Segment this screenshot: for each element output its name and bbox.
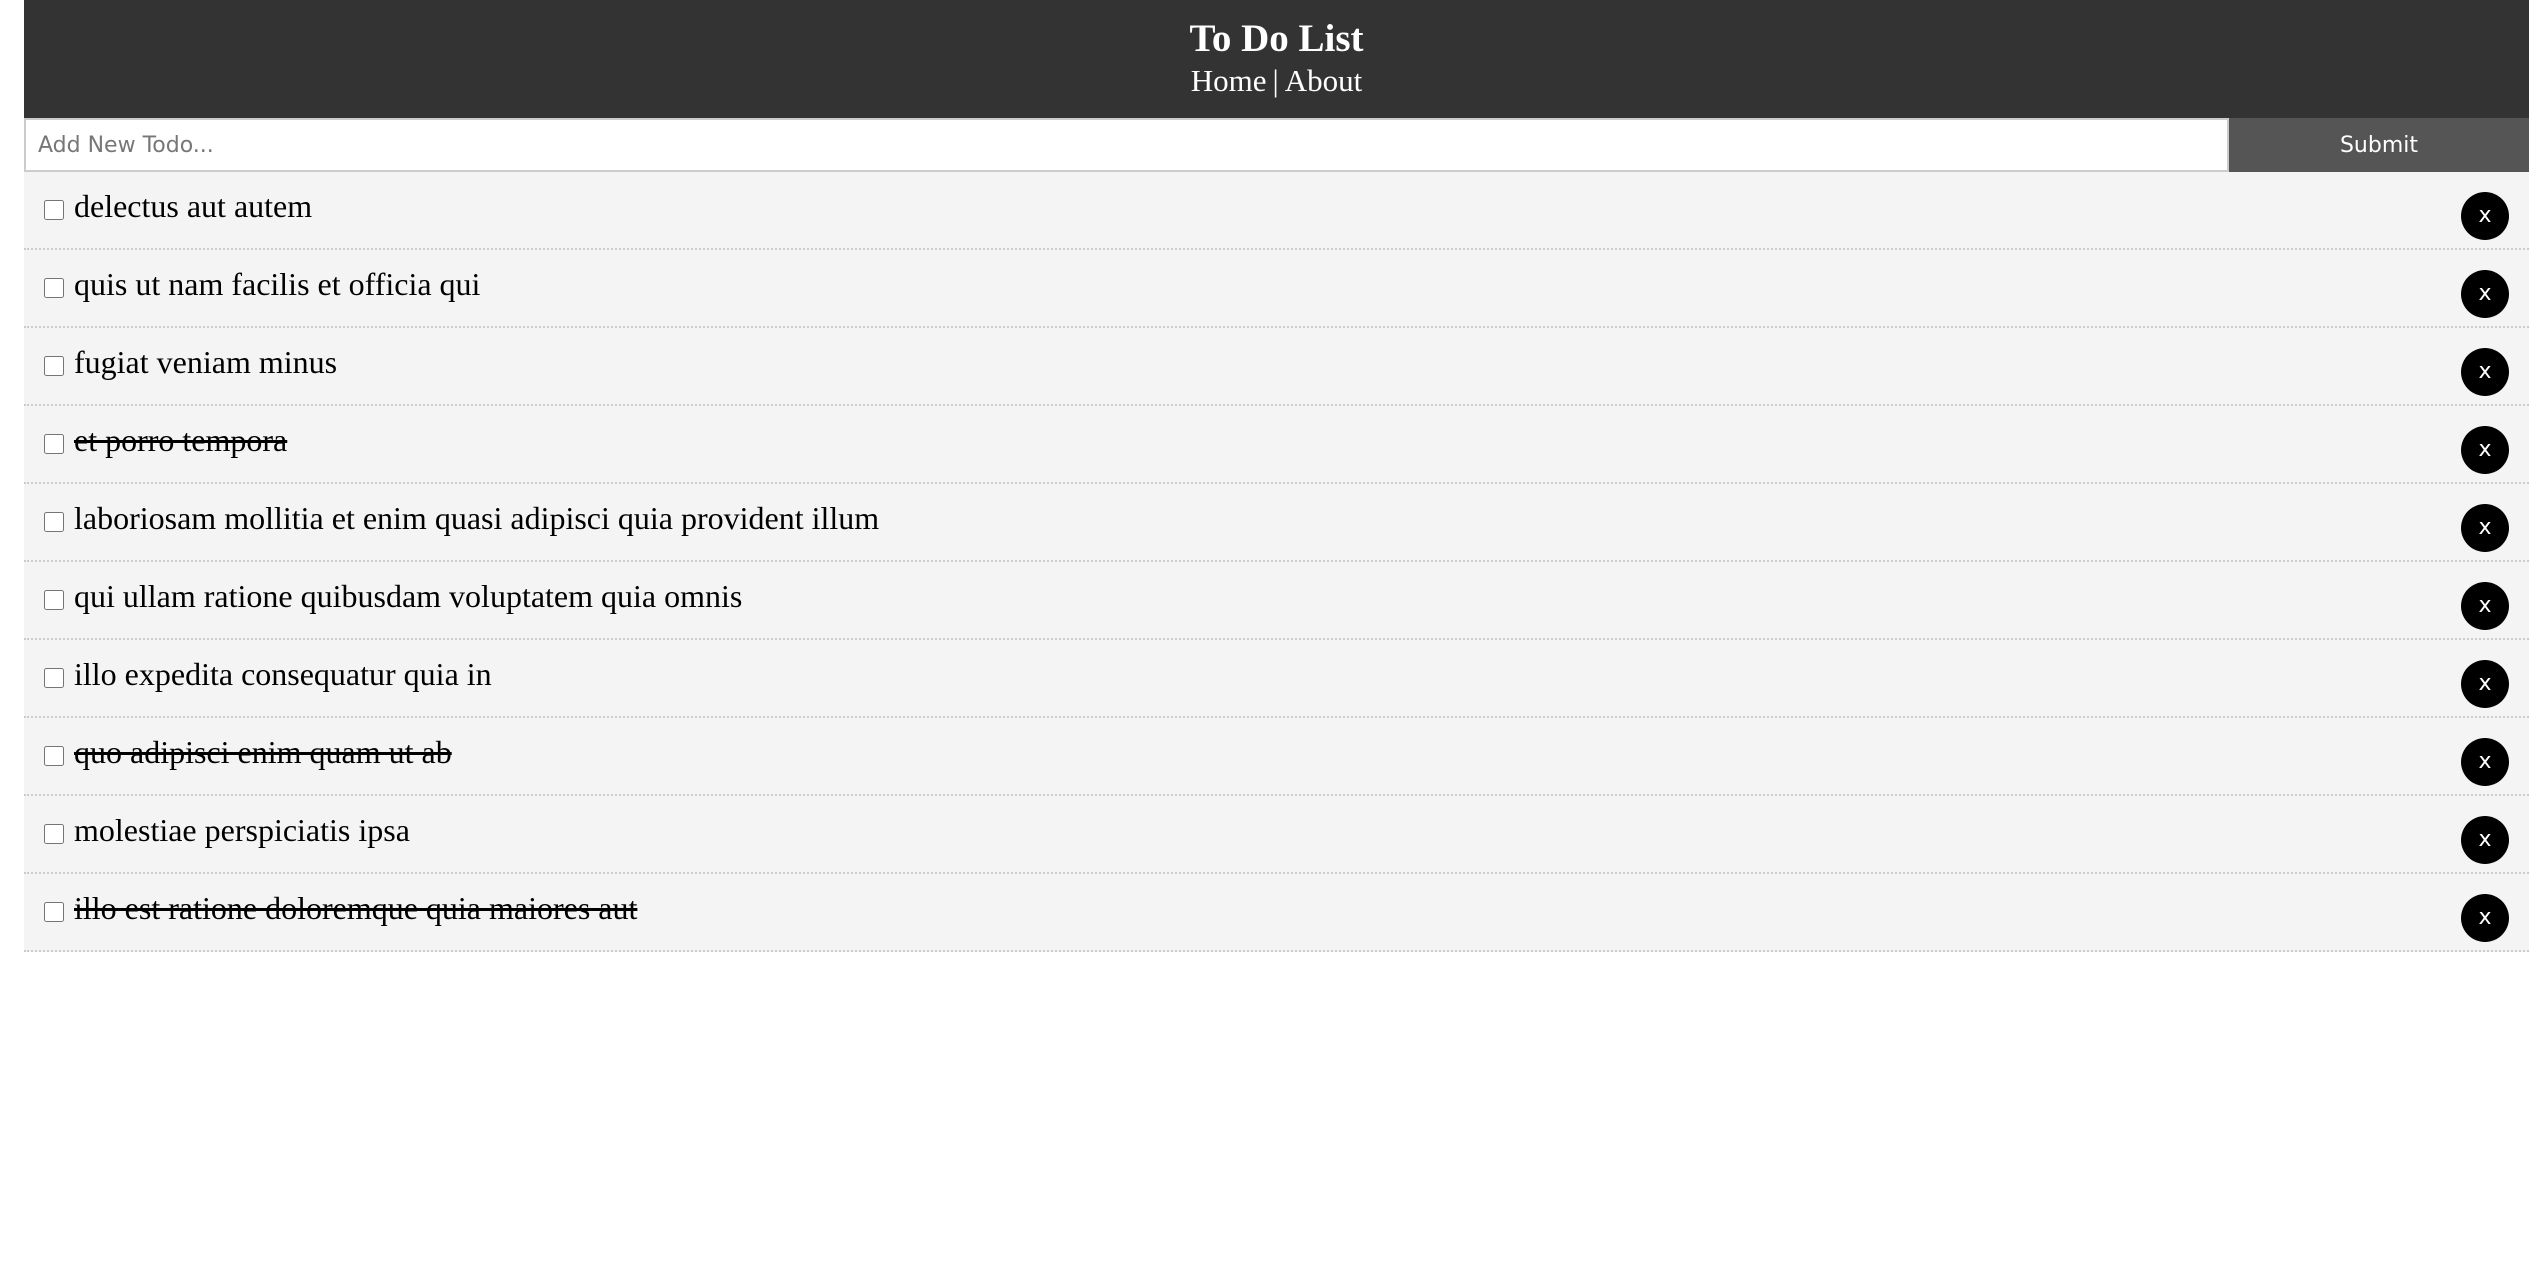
todo-title: quo adipisci enim quam ut ab (74, 733, 452, 770)
submit-button[interactable]: Submit (2229, 118, 2529, 172)
todo-title: illo est ratione doloremque quia maiores… (74, 889, 638, 926)
delete-todo-button[interactable]: x (2461, 816, 2509, 864)
todo-checkbox[interactable] (44, 668, 64, 688)
todo-checkbox[interactable] (44, 200, 64, 220)
delete-todo-button[interactable]: x (2461, 192, 2509, 240)
todo-title: et porro tempora (74, 421, 288, 458)
todo-checkbox[interactable] (44, 278, 64, 298)
app-header: To Do List Home | About (24, 0, 2529, 118)
add-todo-form: Submit (24, 118, 2529, 172)
delete-todo-button[interactable]: x (2461, 348, 2509, 396)
todo-checkbox[interactable] (44, 512, 64, 532)
todo-checkbox[interactable] (44, 356, 64, 376)
todo-item: molestiae perspiciatis ipsa x (24, 796, 2529, 874)
delete-todo-button[interactable]: x (2461, 660, 2509, 708)
todo-item: fugiat veniam minus x (24, 328, 2529, 406)
todo-item: qui ullam ratione quibusdam voluptatem q… (24, 562, 2529, 640)
nav-separator: | (1272, 63, 1279, 98)
delete-todo-button[interactable]: x (2461, 582, 2509, 630)
todo-item: quo adipisci enim quam ut ab x (24, 718, 2529, 796)
add-todo-input[interactable] (24, 118, 2229, 172)
todo-item: laboriosam mollitia et enim quasi adipis… (24, 484, 2529, 562)
todo-title: illo expedita consequatur quia in (74, 655, 492, 692)
nav-bar: Home | About (24, 64, 2529, 98)
todo-item: illo expedita consequatur quia in x (24, 640, 2529, 718)
todo-item: quis ut nam facilis et officia qui x (24, 250, 2529, 328)
delete-todo-button[interactable]: x (2461, 270, 2509, 318)
todo-checkbox[interactable] (44, 746, 64, 766)
todo-checkbox[interactable] (44, 434, 64, 454)
todo-list: delectus aut autem x quis ut nam facilis… (24, 172, 2529, 952)
delete-todo-button[interactable]: x (2461, 426, 2509, 474)
delete-todo-button[interactable]: x (2461, 504, 2509, 552)
todo-item: delectus aut autem x (24, 172, 2529, 250)
todo-title: delectus aut autem (74, 187, 313, 224)
todo-checkbox[interactable] (44, 590, 64, 610)
todo-title: laboriosam mollitia et enim quasi adipis… (74, 499, 880, 536)
delete-todo-button[interactable]: x (2461, 738, 2509, 786)
todo-item: illo est ratione doloremque quia maiores… (24, 874, 2529, 952)
todo-title: quis ut nam facilis et officia qui (74, 265, 481, 302)
todo-app: To Do List Home|About Submit delectus au… (24, 0, 2529, 952)
nav-about-link[interactable]: About (1285, 63, 1363, 98)
todo-title: qui ullam ratione quibusdam voluptatem q… (74, 577, 743, 614)
todo-title: molestiae perspiciatis ipsa (74, 811, 410, 848)
todo-checkbox[interactable] (44, 902, 64, 922)
todo-checkbox[interactable] (44, 824, 64, 844)
page-title: To Do List (1189, 17, 1364, 60)
todo-title: fugiat veniam minus (74, 343, 338, 380)
todo-item: et porro tempora x (24, 406, 2529, 484)
delete-todo-button[interactable]: x (2461, 894, 2509, 942)
nav-home-link[interactable]: Home (1191, 63, 1267, 98)
